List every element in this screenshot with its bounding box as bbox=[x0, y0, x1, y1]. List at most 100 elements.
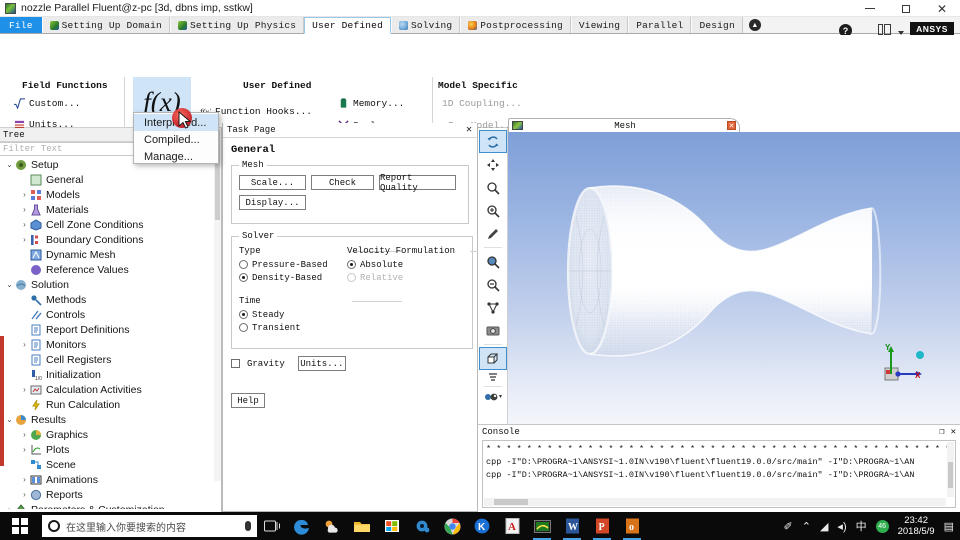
tree-item-boundary-conditions[interactable]: › Boundary Conditions bbox=[0, 232, 221, 247]
tree-item-initialization[interactable]: 1/0 Initialization bbox=[0, 367, 221, 382]
radio-density-based[interactable]: Density-Based bbox=[239, 271, 347, 284]
microsoft-store-icon[interactable] bbox=[377, 512, 407, 540]
console-undock-icon[interactable]: ❐ bbox=[939, 427, 944, 437]
volume-icon[interactable]: ◂) bbox=[837, 520, 846, 533]
ribbon-item-memory[interactable]: Memory... bbox=[338, 98, 404, 109]
task-page-close-icon[interactable]: ✕ bbox=[466, 124, 472, 136]
start-button[interactable] bbox=[0, 512, 40, 540]
collapse-ribbon-icon[interactable]: ▲ bbox=[748, 19, 761, 31]
tab-parallel[interactable]: Parallel bbox=[628, 17, 692, 33]
scale-button[interactable]: Scale... bbox=[239, 175, 306, 190]
console-close-icon[interactable]: ✕ bbox=[951, 427, 956, 437]
task-view-icon[interactable] bbox=[257, 512, 287, 540]
radio-absolute[interactable]: Absolute bbox=[347, 258, 465, 271]
expand-arrow-icon[interactable]: › bbox=[19, 220, 30, 229]
tab-setting-up-physics[interactable]: Setting Up Physics bbox=[169, 17, 305, 33]
graphics-tab-mesh[interactable]: Mesh ✕ bbox=[508, 118, 740, 132]
tree-item-parameters-customization[interactable]: › Parameters & Customization bbox=[0, 502, 221, 509]
show-hidden-icons-chevron[interactable]: ⌃ bbox=[802, 520, 811, 533]
fit-to-window-icon[interactable] bbox=[479, 296, 507, 319]
units-button[interactable]: Units... bbox=[297, 356, 346, 371]
expand-arrow-icon[interactable]: › bbox=[19, 385, 30, 394]
help-button[interactable]: Help bbox=[231, 393, 265, 408]
tab-viewing[interactable]: Viewing bbox=[570, 17, 629, 33]
tab-user-defined[interactable]: User Defined bbox=[304, 17, 391, 34]
tree-item-reports[interactable]: › Reports bbox=[0, 487, 221, 502]
tab-postprocessing[interactable]: Postprocessing bbox=[460, 17, 571, 33]
ribbon-item-custom[interactable]: Custom... bbox=[14, 98, 80, 109]
tree-item-animations[interactable]: › Animations bbox=[0, 472, 221, 487]
tree-item-materials[interactable]: › Materials bbox=[0, 202, 221, 217]
zoom-out-icon[interactable] bbox=[479, 273, 507, 296]
check-button[interactable]: Check bbox=[311, 175, 374, 190]
expand-arrow-icon[interactable]: ⌄ bbox=[4, 280, 15, 289]
radio-pressure-based[interactable]: Pressure-Based bbox=[239, 258, 347, 271]
camera-icon[interactable] bbox=[479, 319, 507, 342]
weather-icon[interactable] bbox=[317, 512, 347, 540]
expand-arrow-icon[interactable]: › bbox=[19, 190, 30, 199]
tree-item-calculation-activities[interactable]: › Calculation Activities bbox=[0, 382, 221, 397]
expand-arrow-icon[interactable]: › bbox=[19, 445, 30, 454]
menu-item-manage[interactable]: Manage... bbox=[134, 148, 218, 165]
expand-arrow-icon[interactable]: ⌄ bbox=[4, 160, 15, 169]
tree-item-cell-registers[interactable]: Cell Registers bbox=[0, 352, 221, 367]
excel-icon[interactable]: o bbox=[617, 512, 647, 540]
gravity-checkbox[interactable] bbox=[231, 359, 240, 368]
taskbar-clock[interactable]: 23:42 2018/5/9 bbox=[898, 515, 935, 537]
tree-item-methods[interactable]: Methods bbox=[0, 292, 221, 307]
display-button[interactable]: Display... bbox=[239, 195, 306, 210]
tab-design[interactable]: Design bbox=[691, 17, 743, 33]
radio-steady[interactable]: Steady bbox=[239, 308, 347, 321]
tree-item-monitors[interactable]: › Monitors bbox=[0, 337, 221, 352]
tree-item-plots[interactable]: › Plots bbox=[0, 442, 221, 457]
powerpoint-icon[interactable]: P bbox=[587, 512, 617, 540]
console-vertical-scrollbar[interactable] bbox=[947, 442, 954, 497]
expand-arrow-icon[interactable]: ⌄ bbox=[4, 415, 15, 424]
notification-center-icon[interactable]: ▤ bbox=[944, 520, 954, 533]
zoom-in-icon[interactable] bbox=[479, 199, 507, 222]
tree-item-scene[interactable]: Scene bbox=[0, 457, 221, 472]
box-select-icon[interactable] bbox=[479, 347, 507, 370]
mesh-display-icon[interactable] bbox=[479, 370, 507, 384]
tree-scrollbar[interactable] bbox=[214, 128, 221, 481]
magnify-icon[interactable] bbox=[479, 250, 507, 273]
pan-view-icon[interactable] bbox=[479, 153, 507, 176]
expand-arrow-icon[interactable]: › bbox=[19, 475, 30, 484]
tree-item-graphics[interactable]: › Graphics bbox=[0, 427, 221, 442]
tree-item-models[interactable]: › Models bbox=[0, 187, 221, 202]
expand-arrow-icon[interactable]: › bbox=[19, 340, 30, 349]
tree-item-dynamic-mesh[interactable]: Dynamic Mesh bbox=[0, 247, 221, 262]
word-icon[interactable]: W bbox=[557, 512, 587, 540]
console-horizontal-scrollbar[interactable] bbox=[484, 498, 946, 506]
tree-item-controls[interactable]: Controls bbox=[0, 307, 221, 322]
expand-arrow-icon[interactable]: › bbox=[19, 430, 30, 439]
graphics-viewport[interactable]: X Y bbox=[508, 132, 960, 424]
graphics-tab-close-icon[interactable]: ✕ bbox=[727, 121, 736, 130]
microphone-icon[interactable] bbox=[245, 521, 251, 531]
tab-setting-up-domain[interactable]: Setting Up Domain bbox=[41, 17, 170, 33]
menu-item-interpreted[interactable]: Interpreted... bbox=[134, 114, 218, 131]
expand-arrow-icon[interactable]: › bbox=[4, 505, 15, 509]
tree-item-run-calculation[interactable]: Run Calculation bbox=[0, 397, 221, 412]
tab-solving[interactable]: Solving bbox=[390, 17, 461, 33]
tree-item-general[interactable]: General bbox=[0, 172, 221, 187]
ime-badge[interactable]: 46 bbox=[875, 519, 889, 533]
tree-item-solution[interactable]: ⌄ Solution bbox=[0, 277, 221, 292]
tree-item-results[interactable]: ⌄ Results bbox=[0, 412, 221, 427]
expand-arrow-icon[interactable]: › bbox=[19, 205, 30, 214]
taskbar-search-box[interactable]: 在这里输入你要搜索的内容 bbox=[42, 515, 257, 537]
console-output[interactable]: * * * * * * * * * * * * * * * * * * * * … bbox=[482, 440, 956, 508]
acrobat-reader-icon[interactable]: A bbox=[497, 512, 527, 540]
network-icon[interactable]: ◢ bbox=[820, 520, 828, 533]
tab-file[interactable]: File bbox=[0, 17, 42, 33]
tree-item-cell-zone-conditions[interactable]: › Cell Zone Conditions bbox=[0, 217, 221, 232]
maximize-button[interactable] bbox=[888, 0, 924, 17]
rotate-view-icon[interactable] bbox=[479, 130, 507, 153]
color-options-icon[interactable] bbox=[479, 389, 507, 405]
expand-arrow-icon[interactable]: › bbox=[19, 235, 30, 244]
menu-item-compiled[interactable]: Compiled... bbox=[134, 131, 218, 148]
zoom-view-icon[interactable] bbox=[479, 176, 507, 199]
report-quality-button[interactable]: Report Quality bbox=[379, 173, 456, 193]
pen-icon[interactable]: ✐ bbox=[784, 520, 793, 533]
probe-icon[interactable] bbox=[479, 222, 507, 245]
